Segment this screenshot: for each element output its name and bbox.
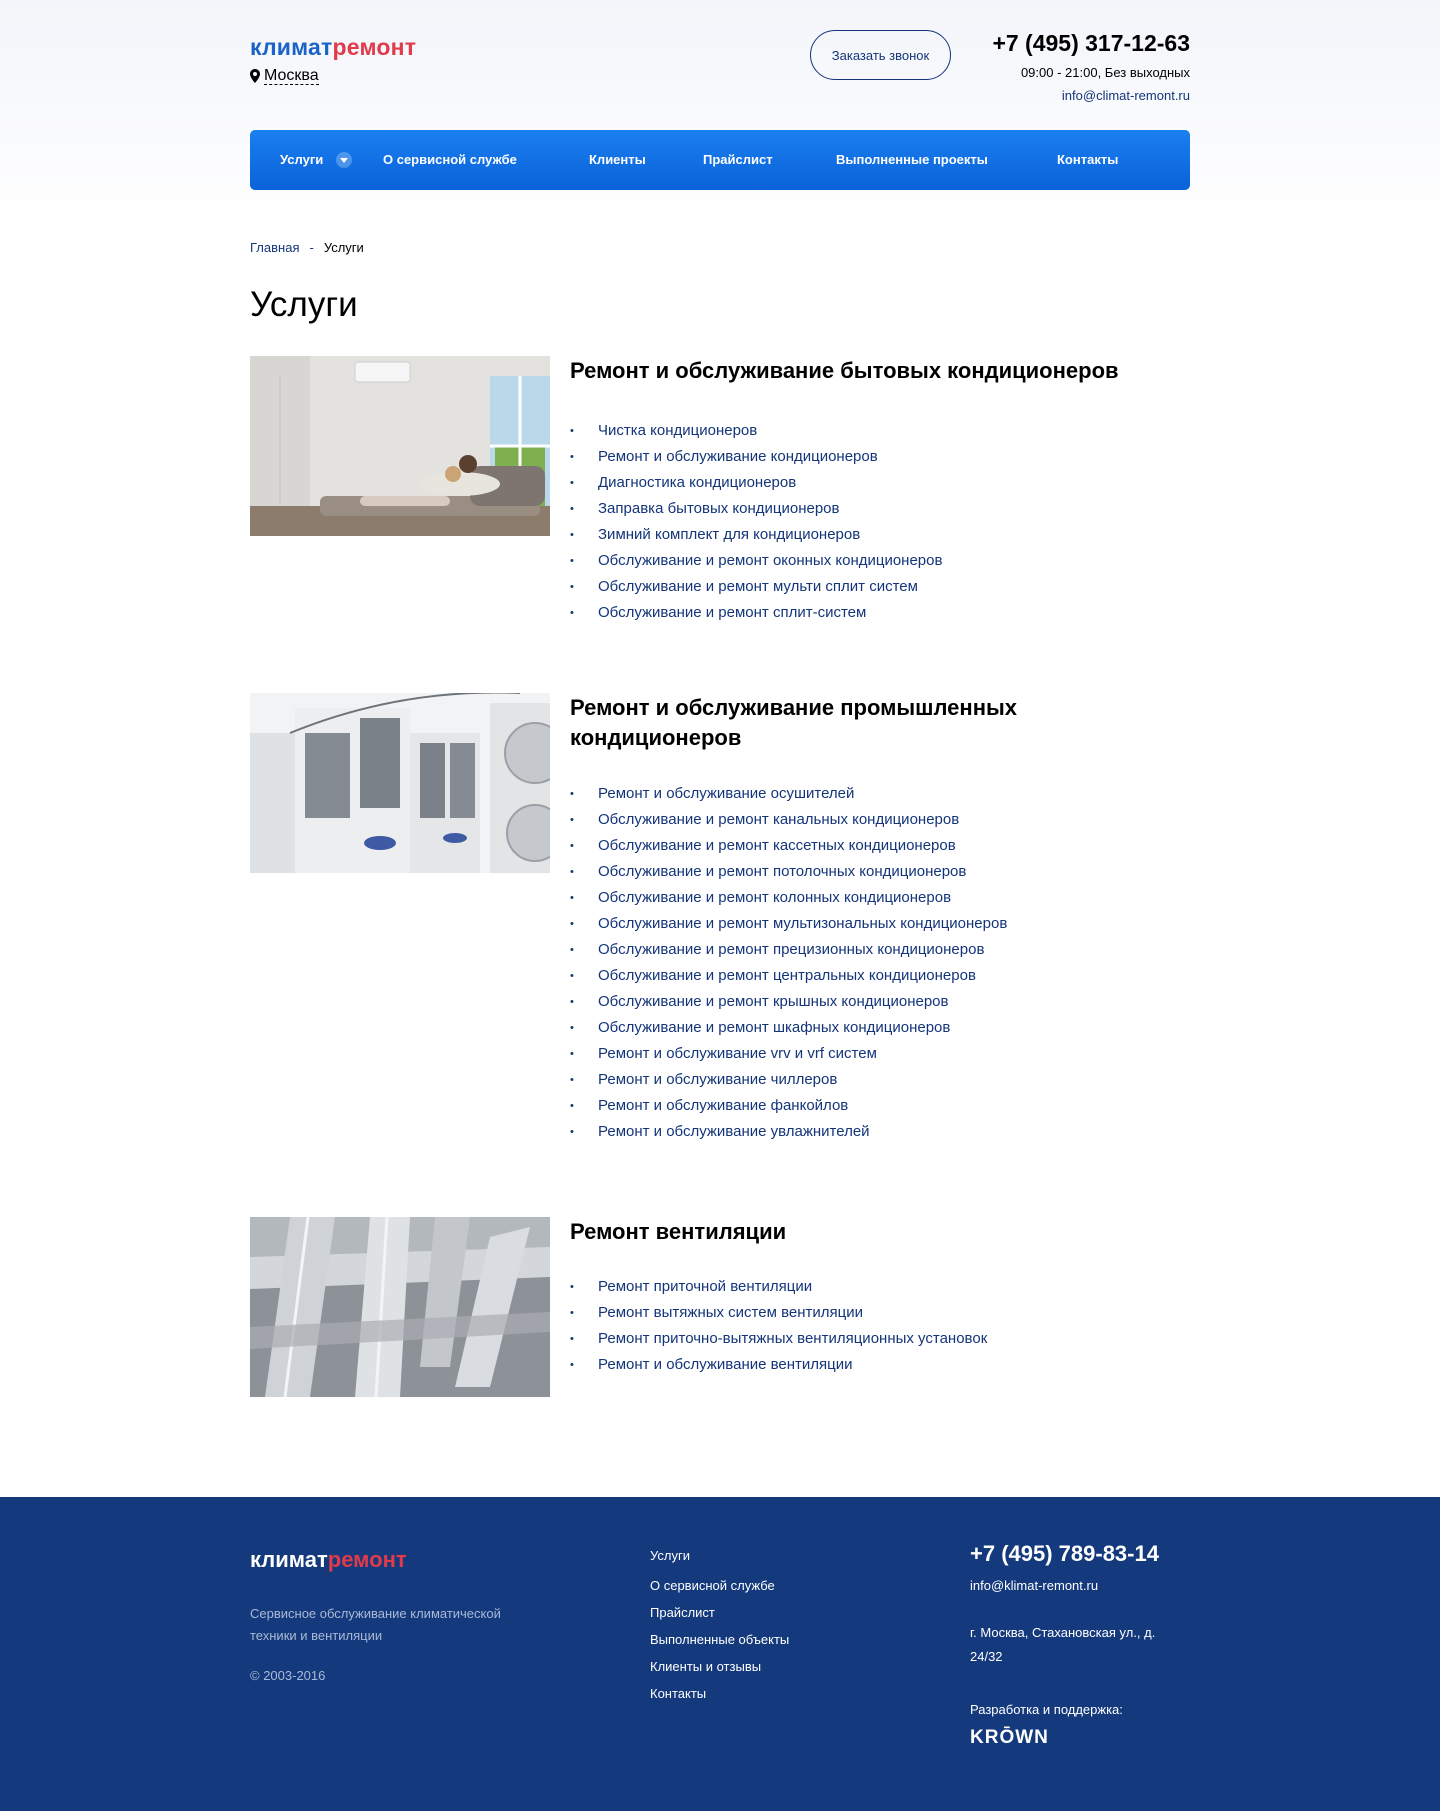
service-link[interactable]: Ремонт и обслуживание фанкойлов [570, 1093, 1007, 1119]
service-link[interactable]: Обслуживание и ремонт канальных кондицио… [570, 807, 1007, 833]
service-link[interactable]: Ремонт приточно-вытяжных вентиляционных … [570, 1326, 987, 1352]
footer-menu-item[interactable]: Выполненные объекты [650, 1626, 789, 1653]
household-ac-photo [250, 356, 550, 536]
footer-menu-item[interactable]: Прайслист [650, 1599, 789, 1626]
working-hours: 09:00 - 21:00, Без выходных [1020, 65, 1190, 80]
service-list: Чистка кондиционеров Ремонт и обслуживан… [570, 418, 942, 626]
location-pin-icon [250, 69, 260, 83]
footer-description: Сервисное обслуживание климатической тех… [250, 1606, 501, 1643]
section-title: Ремонт и обслуживание промышленных конди… [570, 695, 1018, 750]
service-link[interactable]: Обслуживание и ремонт шкафных кондиционе… [570, 1015, 1007, 1041]
service-link[interactable]: Обслуживание и ремонт центральных кондиц… [570, 963, 1007, 989]
callback-button[interactable]: Заказать звонок [810, 30, 951, 80]
nav-item-about[interactable]: О сервисной службе [383, 130, 517, 190]
service-link[interactable]: Ремонт и обслуживание осушителей [570, 781, 1007, 807]
service-link[interactable]: Ремонт приточной вентиляции [570, 1274, 987, 1300]
service-link[interactable]: Зимний комплект для кондиционеров [570, 522, 942, 548]
section-title: Ремонт вентиляции [570, 1219, 787, 1244]
service-link[interactable]: Ремонт и обслуживание увлажнителей [570, 1119, 1007, 1145]
header-phone[interactable]: +7 (495) 317-12-63 [992, 30, 1190, 57]
nav-item-contacts[interactable]: Контакты [1057, 130, 1118, 190]
footer-copyright: © 2003-2016 [250, 1668, 326, 1683]
ventilation-photo [250, 1217, 550, 1397]
section-title: Ремонт и обслуживание бытовых кондиционе… [570, 358, 1119, 383]
service-link[interactable]: Обслуживание и ремонт колонных кондицион… [570, 885, 1007, 911]
footer-menu-item[interactable]: Контакты [650, 1680, 789, 1707]
service-link[interactable]: Чистка кондиционеров [570, 418, 942, 444]
service-link[interactable]: Обслуживание и ремонт кассетных кондицио… [570, 833, 1007, 859]
service-list: Ремонт приточной вентиляции Ремонт вытяж… [570, 1274, 987, 1378]
breadcrumb-current: Услуги [323, 240, 364, 255]
service-link[interactable]: Ремонт и обслуживание кондиционеров [570, 444, 942, 470]
nav-item-pricelist[interactable]: Прайслист [703, 130, 773, 190]
city-selector[interactable]: Москва [250, 67, 319, 85]
city-label: Москва [264, 67, 319, 85]
footer-menu-item[interactable]: Клиенты и отзывы [650, 1653, 789, 1680]
site-footer: климатремонт Сервисное обслуживание клим… [0, 1497, 1440, 1811]
main-navigation: Услуги О сервисной службе Клиенты Прайсл… [250, 130, 1190, 190]
breadcrumb: Главная - Услуги [250, 240, 1190, 255]
site-header: климатремонт Москва Заказать звонок +7 (… [250, 30, 1190, 110]
nav-item-clients[interactable]: Клиенты [589, 130, 646, 190]
site-logo[interactable]: климатремонт [250, 34, 416, 61]
service-link[interactable]: Диагностика кондиционеров [570, 470, 942, 496]
service-link[interactable]: Обслуживание и ремонт потолочных кондици… [570, 859, 1007, 885]
service-link[interactable]: Ремонт и обслуживание чиллеров [570, 1067, 1007, 1093]
service-link[interactable]: Обслуживание и ремонт крышных кондиционе… [570, 989, 1007, 1015]
service-link[interactable]: Ремонт вытяжных систем вентиляции [570, 1300, 987, 1326]
footer-email[interactable]: info@klimat-remont.ru [970, 1578, 1098, 1593]
footer-address: г. Москва, Стахановская ул., д. 24/32 [970, 1625, 1156, 1664]
page-title: Услуги [250, 285, 358, 324]
footer-logo[interactable]: климатремонт [250, 1547, 407, 1573]
industrial-ac-photo [250, 693, 550, 873]
developer-label: Разработка и поддержка: [970, 1702, 1123, 1717]
footer-menu-item[interactable]: О сервисной службе [650, 1572, 789, 1599]
service-link[interactable]: Обслуживание и ремонт прецизионных конди… [570, 937, 1007, 963]
breadcrumb-separator: - [309, 240, 314, 255]
service-link[interactable]: Заправка бытовых кондиционеров [570, 496, 942, 522]
nav-item-projects[interactable]: Выполненные проекты [836, 130, 988, 190]
service-list: Ремонт и обслуживание осушителей Обслужи… [570, 781, 1007, 1145]
footer-menu: Услуги О сервисной службе Прайслист Выпо… [650, 1542, 789, 1707]
breadcrumb-home[interactable]: Главная [250, 240, 299, 255]
service-link[interactable]: Обслуживание и ремонт мульти сплит систе… [570, 574, 942, 600]
service-link[interactable]: Обслуживание и ремонт оконных кондиционе… [570, 548, 942, 574]
service-link[interactable]: Обслуживание и ремонт сплит-систем [570, 600, 942, 626]
service-link[interactable]: Ремонт и обслуживание vrv и vrf систем [570, 1041, 1007, 1067]
developer-logo[interactable]: KRŌWN [970, 1727, 1049, 1749]
header-email[interactable]: info@climat-remont.ru [1062, 88, 1190, 103]
footer-menu-item[interactable]: Услуги [650, 1542, 789, 1569]
nav-item-services[interactable]: Услуги [280, 130, 323, 190]
chevron-down-icon[interactable] [336, 152, 352, 168]
service-link[interactable]: Обслуживание и ремонт мультизональных ко… [570, 911, 1007, 937]
footer-phone[interactable]: +7 (495) 789-83-14 [970, 1541, 1159, 1567]
service-link[interactable]: Ремонт и обслуживание вентиляции [570, 1352, 987, 1378]
